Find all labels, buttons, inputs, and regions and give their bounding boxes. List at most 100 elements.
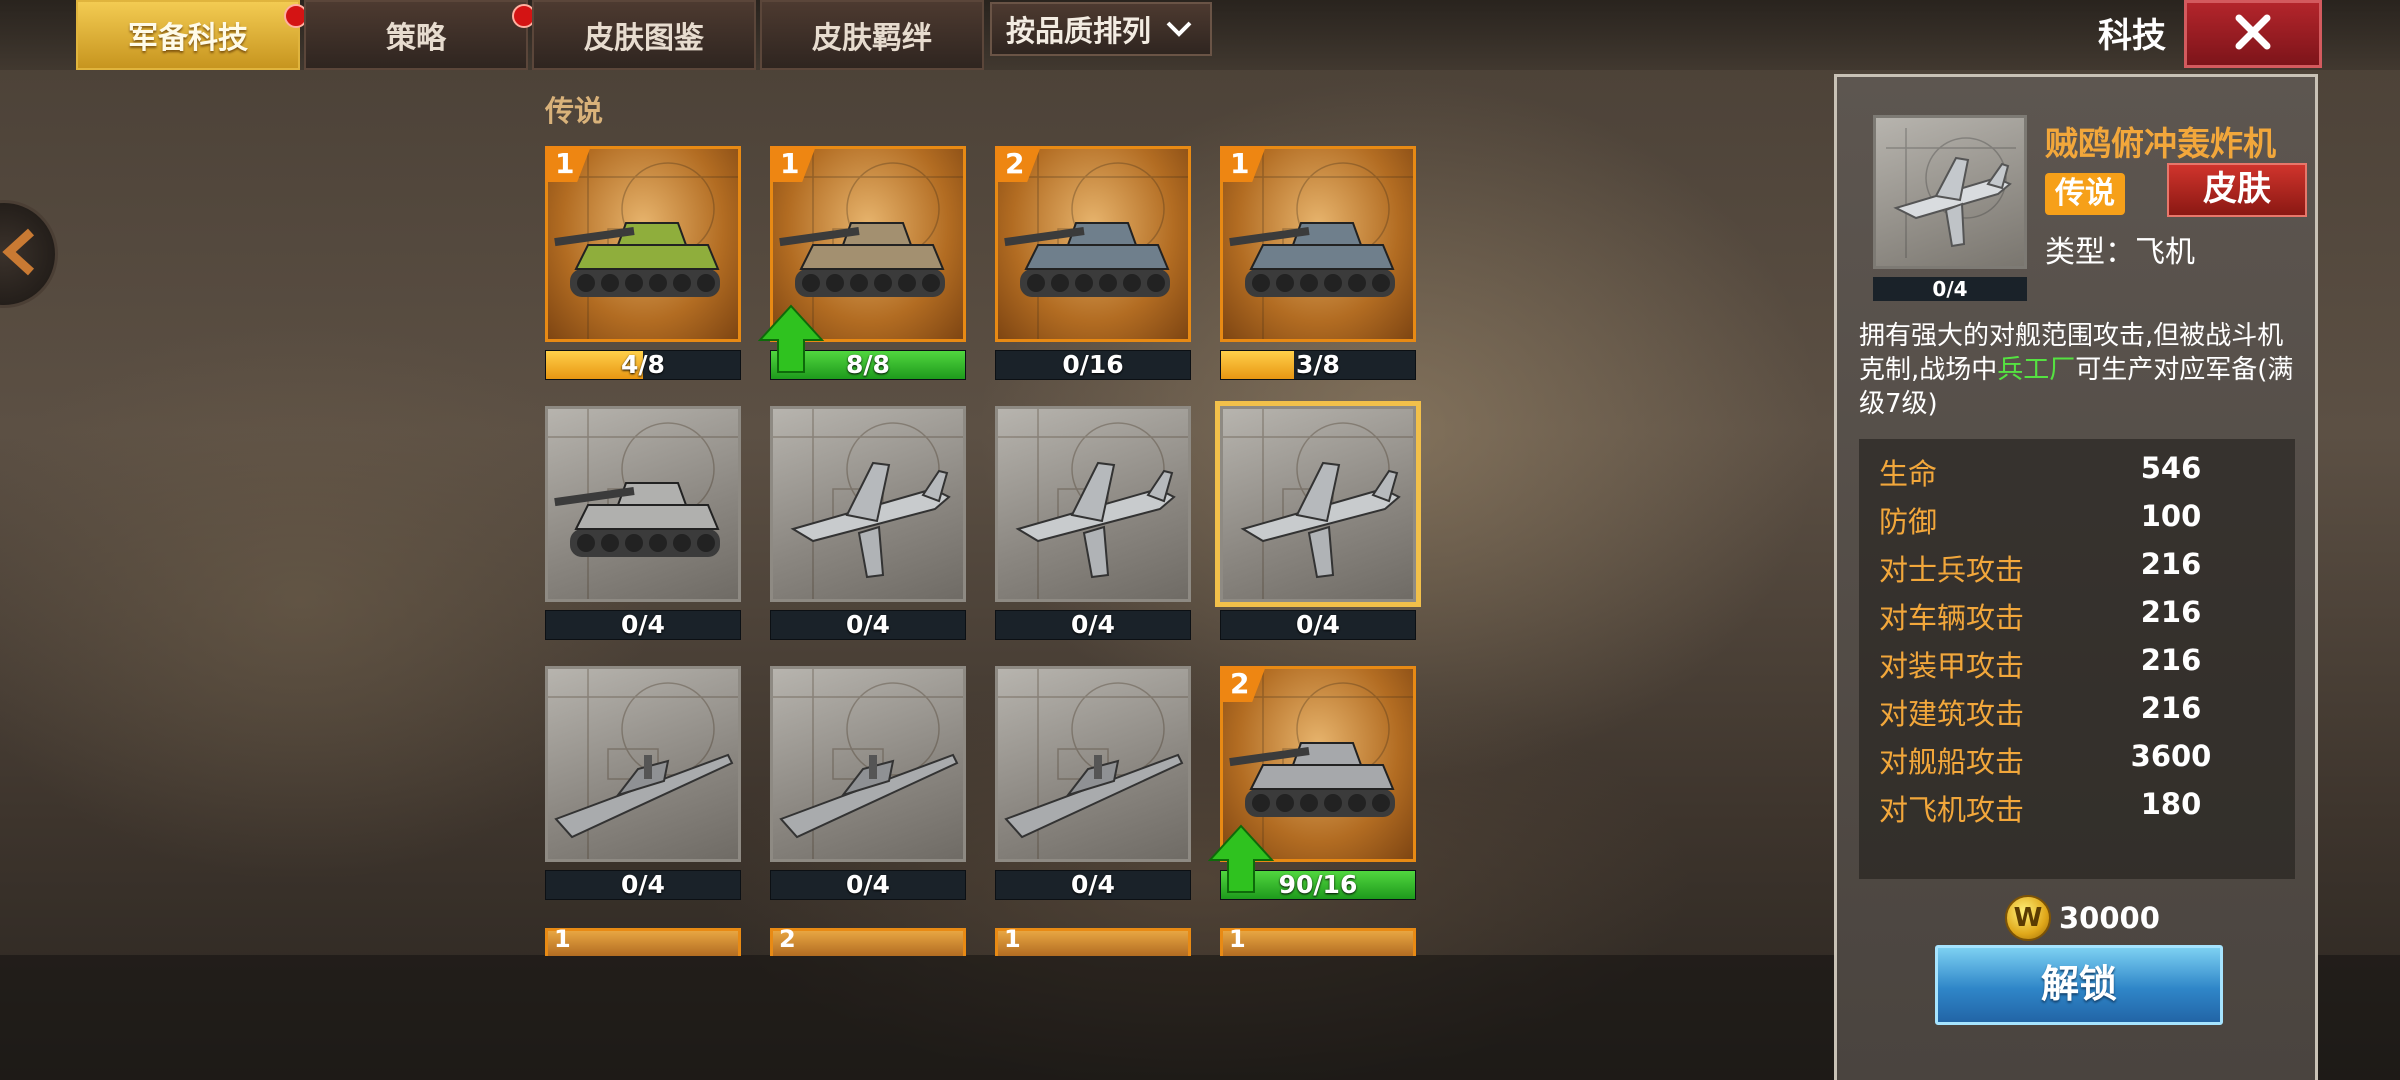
stat-value: 546: [2140, 451, 2202, 485]
unit-card[interactable]: 2: [770, 925, 966, 956]
progress-bar: 0/4: [545, 870, 741, 900]
unit-type: 类型：飞机: [2045, 235, 2195, 270]
unit-card[interactable]: 2: [995, 146, 1191, 342]
plane-bomber-icon: [998, 409, 1188, 599]
unit-card[interactable]: 1: [545, 925, 741, 956]
level-badge: 2: [779, 925, 796, 953]
section-title: 传说: [545, 94, 604, 128]
unit-card[interactable]: [995, 406, 1191, 602]
stats-table: 生命 546 防御 100 对士兵攻击 216 对车辆攻击 216 对装甲攻击 216 对建筑攻击 2…: [1859, 439, 2295, 879]
progress-text: 0/4: [621, 610, 665, 639]
stat-label: 对士兵攻击: [1879, 553, 2025, 587]
unlock-cost: W 30000: [2005, 895, 2160, 941]
unit-card[interactable]: [770, 406, 966, 602]
stat-label: 对装甲攻击: [1879, 649, 2025, 683]
stat-value: 216: [2140, 691, 2202, 725]
stat-row: 对飞机攻击 180: [1879, 787, 2279, 833]
progress-bar: 0/16: [995, 350, 1191, 380]
stat-value: 100: [2140, 499, 2202, 533]
unit-card[interactable]: 1: [545, 146, 741, 342]
close-button[interactable]: [2184, 0, 2322, 68]
stat-row: 生命 546: [1879, 451, 2279, 497]
unit-card[interactable]: 1: [995, 925, 1191, 956]
tab-strategy[interactable]: 策略: [304, 0, 536, 70]
stat-label: 对车辆攻击: [1879, 601, 2025, 635]
plane-icon: [1886, 128, 2016, 258]
chevron-down-icon: [1165, 12, 1193, 46]
tank-gray-icon: [548, 409, 738, 599]
unit-detail-panel: 0/4 贼鸥俯冲轰炸机 传说 皮肤 类型：飞机 拥有强大的对舰范围攻击,但被战斗…: [1834, 74, 2318, 1080]
stat-row: 对装甲攻击 216: [1879, 643, 2279, 689]
unlock-button[interactable]: 解锁: [1935, 945, 2223, 1025]
page-title: 科技: [2098, 16, 2166, 56]
upgrade-arrow-icon: [1207, 824, 1275, 894]
stat-label: 对建筑攻击: [1879, 697, 2025, 731]
description-highlight: 兵工厂: [1997, 355, 2076, 385]
unit-thumbnail-progress: 0/4: [1873, 277, 2027, 301]
card-frame: [995, 406, 1191, 602]
tab-skin-bond[interactable]: 皮肤羁绊: [760, 0, 984, 70]
progress-bar: 0/4: [770, 610, 966, 640]
rarity-badge: 传说: [2045, 173, 2125, 215]
close-icon: [2233, 12, 2273, 56]
stat-value: 216: [2140, 643, 2202, 677]
progress-text: 4/8: [621, 350, 665, 379]
tab-skin-gallery[interactable]: 皮肤图鉴: [532, 0, 756, 70]
progress-text: 0/4: [1296, 610, 1340, 639]
stat-label: 生命: [1879, 457, 1938, 491]
arrow-icon: [1, 227, 41, 281]
sort-label: 按品质排列: [1006, 14, 1152, 48]
unit-card[interactable]: 1: [1220, 925, 1416, 956]
card-frame: [545, 406, 741, 602]
progress-bar: 3/8: [1220, 350, 1416, 380]
unit-name: 贼鸥俯冲轰炸机: [2045, 124, 2276, 163]
progress-text: 0/4: [1071, 870, 1115, 899]
card-frame: [770, 406, 966, 602]
sort-dropdown[interactable]: 按品质排列: [990, 2, 1212, 56]
unit-thumbnail: [1873, 115, 2027, 269]
plane-stuka-icon: [1223, 409, 1413, 599]
level-badge: 1: [1229, 925, 1246, 953]
upgrade-arrow-icon: [757, 304, 825, 374]
unit-description: 拥有强大的对舰范围攻击,但被战斗机克制,战场中兵工厂可生产对应军备(满级7级): [1859, 319, 2309, 421]
progress-text: 0/4: [846, 610, 890, 639]
tab-military-tech[interactable]: 军备科技: [76, 0, 308, 70]
tab-label: 皮肤图鉴: [584, 21, 704, 56]
cost-value: 30000: [2059, 901, 2160, 935]
level-badge: 1: [1004, 925, 1021, 953]
progress-text: 0/4: [1071, 610, 1115, 639]
card-frame: [1220, 406, 1416, 602]
stat-label: 防御: [1879, 505, 1938, 539]
card-frame: [995, 666, 1191, 862]
ship-battleship-icon: [998, 669, 1188, 859]
stat-value: 3600: [2130, 739, 2212, 773]
unit-card[interactable]: [1220, 406, 1416, 602]
progress-bar: 0/4: [995, 870, 1191, 900]
skin-button[interactable]: 皮肤: [2167, 163, 2307, 217]
progress-text: 0/4: [621, 870, 665, 899]
stat-value: 216: [2140, 547, 2202, 581]
progress-bar: 0/4: [1220, 610, 1416, 640]
stat-label: 对舰船攻击: [1879, 745, 2025, 779]
progress-bar: 0/4: [770, 870, 966, 900]
stat-row: 对车辆攻击 216: [1879, 595, 2279, 641]
progress-bar: 4/8: [545, 350, 741, 380]
unit-card[interactable]: [995, 666, 1191, 862]
progress-text: 0/16: [1062, 350, 1124, 379]
plane-fighter-icon: [773, 409, 963, 599]
unit-card[interactable]: 1: [1220, 146, 1416, 342]
card-frame: [770, 666, 966, 862]
tab-label: 军备科技: [128, 21, 248, 56]
unit-card[interactable]: [770, 666, 966, 862]
progress-text: 0/4: [846, 870, 890, 899]
ship-destroyer-icon: [548, 669, 738, 859]
stat-value: 180: [2140, 787, 2202, 821]
stat-value: 216: [2140, 595, 2202, 629]
stat-row: 对士兵攻击 216: [1879, 547, 2279, 593]
tab-label: 皮肤羁绊: [812, 21, 932, 56]
unit-card[interactable]: [545, 666, 741, 862]
ship-cruiser-icon: [773, 669, 963, 859]
unit-card[interactable]: [545, 406, 741, 602]
stat-row: 对建筑攻击 216: [1879, 691, 2279, 737]
level-badge: 1: [554, 925, 571, 953]
